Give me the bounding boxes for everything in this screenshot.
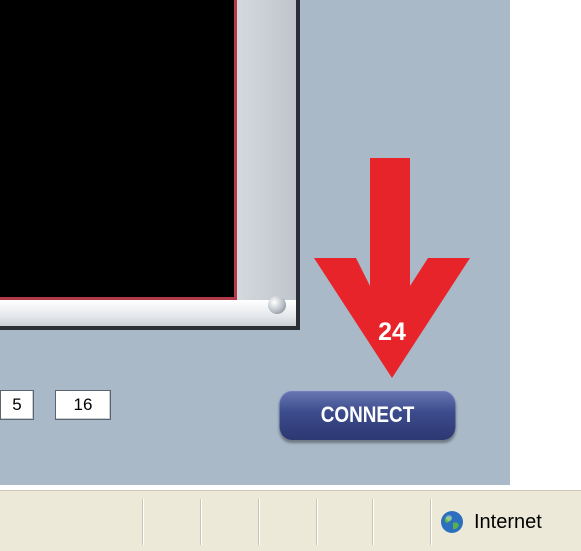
connect-button[interactable]: CONNECT bbox=[279, 390, 456, 440]
globe-icon bbox=[441, 511, 463, 533]
frame-screw-icon bbox=[268, 296, 286, 314]
video-screen[interactable] bbox=[0, 0, 237, 300]
status-divider bbox=[316, 499, 317, 545]
status-divider bbox=[142, 499, 143, 545]
zone-label: Internet bbox=[474, 510, 542, 533]
status-divider bbox=[372, 499, 373, 545]
frame-bezel bbox=[0, 300, 296, 326]
status-divider bbox=[200, 499, 201, 545]
channel-button-15[interactable]: 5 bbox=[0, 390, 34, 420]
video-frame bbox=[0, 0, 300, 330]
channel-button-16[interactable]: 16 bbox=[55, 390, 111, 420]
annotation-step-number: 24 bbox=[378, 318, 406, 346]
status-divider bbox=[258, 499, 259, 545]
browser-status-bar: Internet bbox=[0, 490, 581, 551]
security-zone[interactable]: Internet bbox=[430, 499, 581, 545]
